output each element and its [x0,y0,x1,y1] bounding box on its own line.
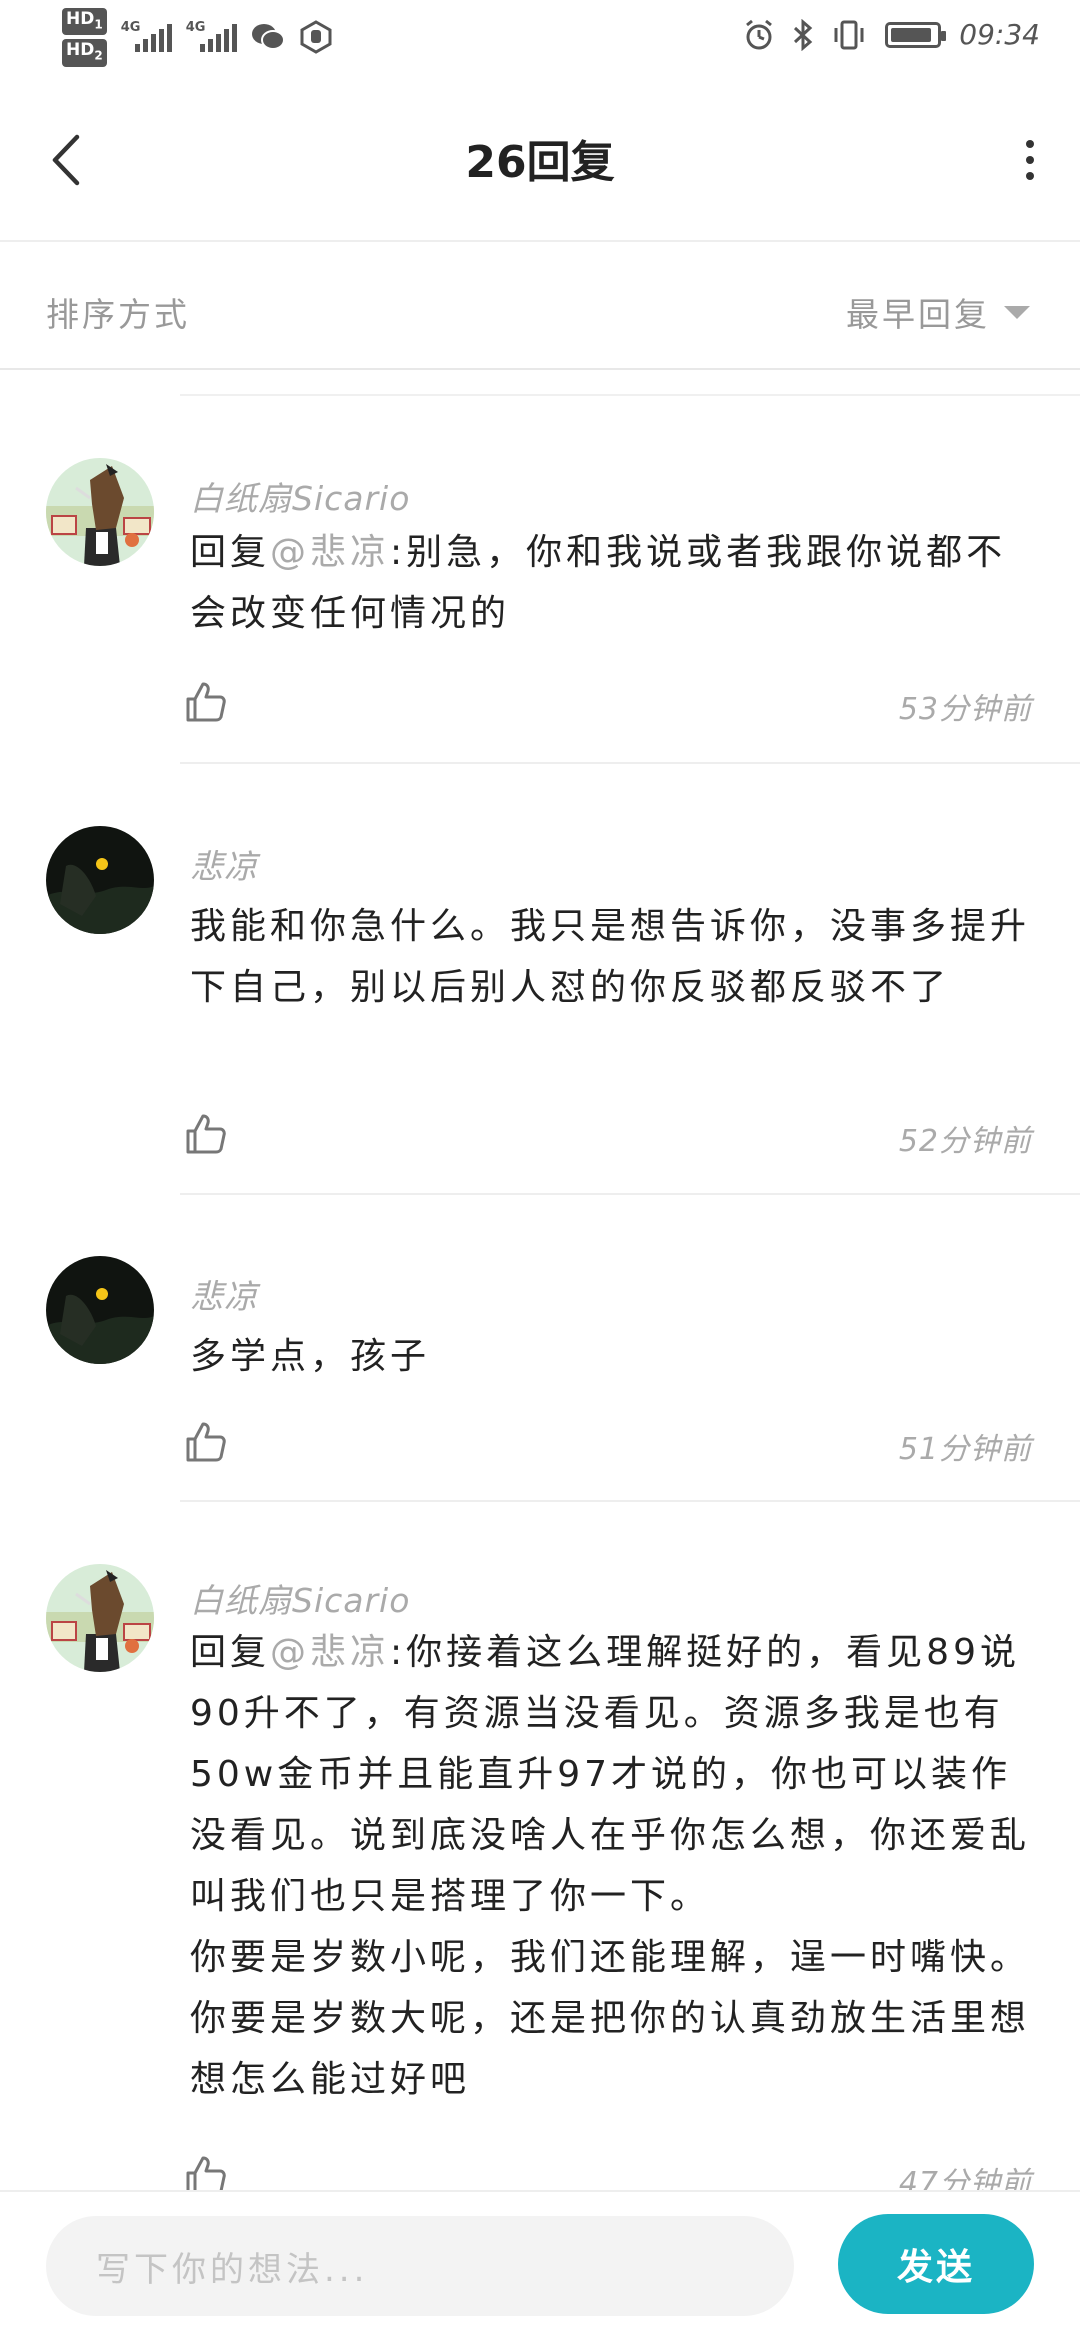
comment-text: 回复@悲凉:你接着这么理解挺好的，看见89说90升不了，有资源当没看见。资源多我… [190,1632,1031,2100]
send-button[interactable]: 发送 [838,2214,1034,2314]
status-bar: HD1 HD2 4G 4G 09:34 [0,0,1080,80]
comment-text: 多学点，孩子 [190,1336,431,1377]
caret-down-icon [1004,305,1030,319]
divider [180,1500,1080,1502]
sort-dropdown[interactable]: 最早回复 [846,288,1030,336]
horse-avatar-icon [46,458,154,566]
composer-bar: 写下你的想法... 发送 [0,2190,1080,2340]
hd-badge-1: HD1 [62,8,107,36]
comment-time: 53分钟前 [898,692,1032,727]
wechat-icon [251,24,285,51]
divider [180,1193,1080,1195]
dark-figure-avatar-icon [46,1256,154,1364]
comment-author[interactable]: 白纸扇Sicario [190,1574,410,1622]
avatar[interactable] [46,458,154,566]
thumbs-up-icon[interactable] [184,1420,228,1464]
comment-author[interactable]: 悲凉 [190,840,258,888]
comment-author[interactable]: 悲凉 [190,1270,258,1318]
hand-shield-icon [300,20,332,55]
mention-link[interactable]: @悲凉 [270,532,390,573]
header: 26回复 [0,80,1080,242]
status-time: 09:34 [959,18,1040,51]
comment-text: 回复@悲凉:别急，你和我说或者我跟你说都不会改变任何情况的 [190,532,1007,634]
hd-indicators: HD1 HD2 [62,8,107,67]
thumbs-up-icon[interactable] [184,680,228,724]
divider [180,394,1080,396]
hd-badge-2: HD2 [62,39,107,67]
mention-link[interactable]: @悲凉 [270,1632,390,1673]
alarm-icon [746,19,773,49]
page-title: 26回复 [465,137,615,188]
comment-author[interactable]: 白纸扇Sicario [190,472,410,520]
status-bar-left: HD1 HD2 4G 4G [62,8,333,67]
avatar[interactable] [46,826,154,934]
more-options-button[interactable] [1010,130,1050,190]
avatar[interactable] [46,1256,154,1364]
more-dot-icon [1026,140,1034,148]
comment-time: 51分钟前 [898,1432,1032,1467]
signal-icon-1: 4G [121,20,172,53]
horse-avatar-icon [46,1564,154,1672]
signal-icon-2: 4G [186,20,237,53]
comment-time: 52分钟前 [898,1124,1032,1159]
comment-text: 我能和你急什么。我只是想告诉你，没事多提升下自己，别以后别人怼的你反驳都反驳不了 [190,906,1031,1008]
battery-icon [885,21,947,48]
more-dot-icon [1026,172,1034,180]
sort-label: 排序方式 [46,295,190,334]
sort-row: 排序方式 最早回复 [0,244,1080,370]
thumbs-up-icon[interactable] [184,1112,228,1156]
sort-value-label: 最早回复 [846,295,990,334]
status-bar-right: 09:34 [743,18,1040,51]
vibrate-icon [834,20,864,49]
dark-figure-avatar-icon [46,826,154,934]
comment-input-placeholder: 写下你的想法... [96,2249,369,2290]
divider [180,762,1080,764]
more-dot-icon [1026,156,1034,164]
avatar[interactable] [46,1564,154,1672]
comment-input[interactable]: 写下你的想法... [46,2216,794,2316]
bluetooth-icon [794,18,813,51]
